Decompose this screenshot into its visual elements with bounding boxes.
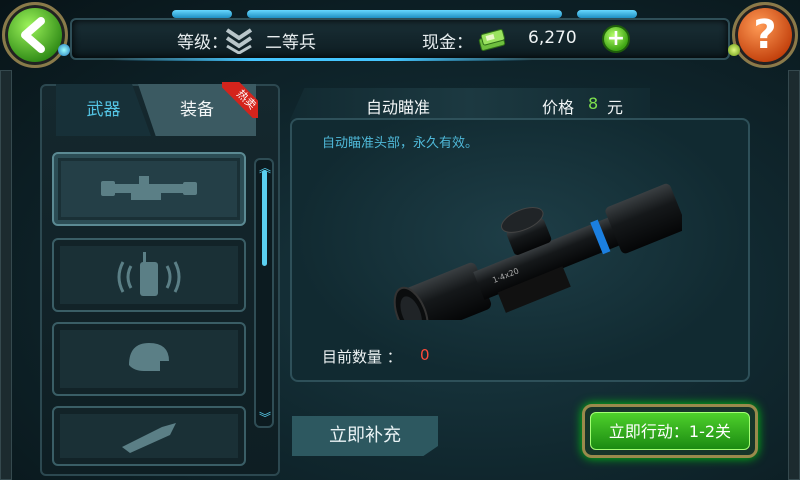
item-detail-panel: 1·4x20	[290, 118, 750, 382]
quantity-label: 目前数量 ：	[322, 348, 402, 366]
list-item-scope[interactable]	[52, 152, 246, 226]
bar-accent	[577, 10, 637, 18]
frame-left	[0, 70, 12, 480]
list-scrollbar[interactable]: ︽ ︾	[254, 158, 274, 428]
back-arrow-icon	[21, 17, 45, 53]
price-unit: 元	[607, 98, 624, 117]
item-description: 自动瞄准头部，永久有效。	[322, 136, 479, 151]
list-item-helmet[interactable]	[52, 322, 246, 396]
scroll-down-icon[interactable]: ︾	[259, 412, 271, 424]
tab-weapons[interactable]: 武器	[56, 84, 151, 136]
start-action-button[interactable]: 立即行动：1-2关	[582, 404, 758, 458]
question-mark-icon: ?	[753, 12, 777, 58]
add-cash-button[interactable]: +	[602, 25, 630, 53]
status-bar: 等级： 二等兵 现金： 6,270 +	[70, 10, 730, 61]
start-action-label: 立即行动：1-2关	[590, 412, 750, 450]
price-label: 价格	[542, 98, 575, 117]
rank-label: 等级：	[177, 33, 228, 53]
hot-sale-badge: 热卖	[222, 82, 258, 118]
price-value: 8	[588, 94, 599, 113]
cash-stack-icon	[478, 29, 506, 51]
bar-accent	[172, 10, 232, 18]
rank-chevron-icon	[225, 28, 253, 54]
category-tabs: 武器 装备 热卖	[56, 82, 258, 136]
bar-glow	[112, 58, 532, 61]
frame-right	[788, 70, 800, 480]
cash-label: 现金：	[422, 33, 473, 53]
list-item-radio[interactable]	[52, 238, 246, 312]
helmet-icon	[129, 343, 169, 371]
bar-accent	[247, 10, 562, 18]
indicator-dot	[728, 44, 740, 56]
hot-sale-label: 热卖	[222, 82, 258, 118]
quantity-value: 0	[420, 346, 430, 364]
rifle-scope-image: 1·4x20	[393, 183, 682, 320]
indicator-dot	[58, 44, 70, 56]
rank-name: 二等兵	[265, 33, 316, 53]
bullet-icon	[122, 423, 176, 453]
refill-button[interactable]: 立即补充	[292, 416, 438, 456]
scope-icon	[101, 176, 197, 200]
scroll-thumb[interactable]	[262, 170, 267, 266]
list-item-ammo[interactable]	[52, 406, 246, 466]
cash-value: 6,270	[528, 28, 577, 48]
walkie-talkie-icon	[117, 252, 181, 296]
back-button[interactable]	[2, 2, 68, 68]
item-title: 自动瞄准	[366, 98, 431, 117]
help-button[interactable]: ?	[732, 2, 798, 68]
